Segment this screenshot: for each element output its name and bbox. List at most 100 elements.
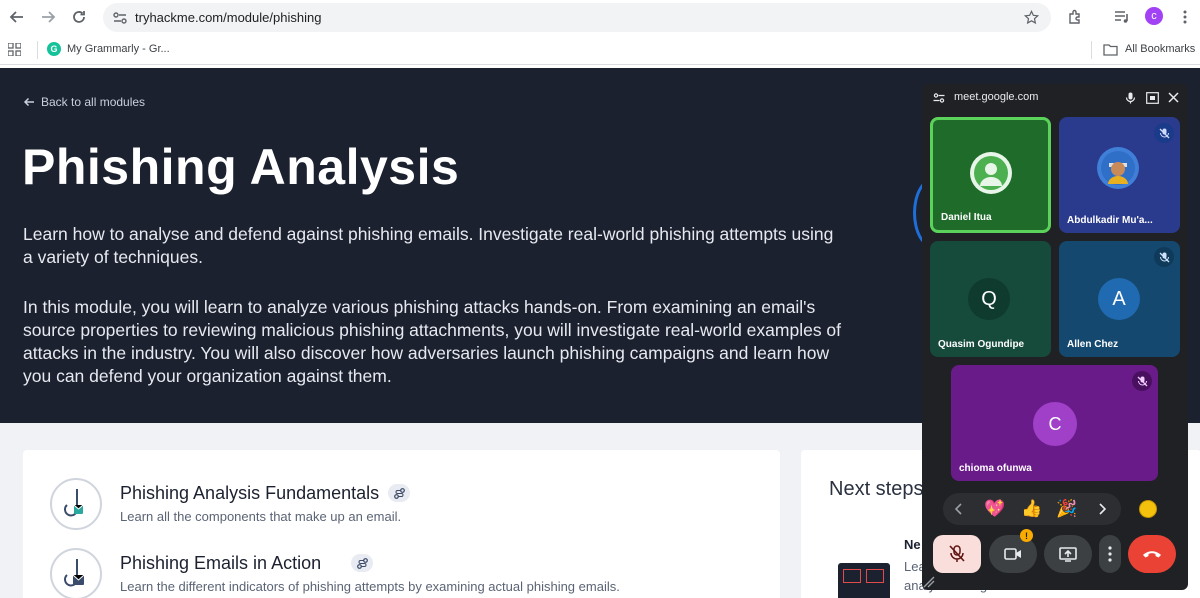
warning-badge-icon: !: [1020, 529, 1033, 542]
camera-button[interactable]: !: [989, 529, 1037, 573]
menu-dots-icon[interactable]: [1178, 9, 1192, 25]
end-call-button[interactable]: [1128, 535, 1176, 573]
muted-indicator: [1154, 123, 1174, 143]
participant-tile[interactable]: A Allen Chez: [1059, 241, 1180, 357]
reaction-thumbs-up[interactable]: 👍: [1021, 499, 1042, 519]
present-screen-button[interactable]: [1044, 535, 1092, 573]
profile-initial: c: [1151, 10, 1157, 22]
resize-handle-icon[interactable]: [922, 575, 936, 589]
user-photo-icon: [1101, 151, 1135, 185]
room-path-badge: [388, 484, 410, 502]
close-icon[interactable]: [1168, 92, 1179, 103]
profile-avatar[interactable]: c: [1145, 7, 1163, 25]
participant-name: Quasim Ogundipe: [938, 339, 1025, 350]
browser-toolbar: tryhackme.com/module/phishing c: [0, 0, 1200, 35]
participant-tile[interactable]: Daniel Itua: [930, 117, 1051, 233]
back-link-label: Back to all modules: [41, 95, 146, 109]
participant-tile[interactable]: Q Quasim Ogundipe: [930, 241, 1051, 357]
reload-icon: [73, 11, 85, 23]
back-to-tab-icon[interactable]: [1146, 92, 1159, 104]
participant-tile[interactable]: C chioma ofunwa: [951, 365, 1158, 481]
meet-pip-window[interactable]: meet.google.com Daniel Itua Abdulkadir M…: [922, 84, 1188, 590]
route-icon: [393, 487, 405, 499]
reaction-party[interactable]: 🎉: [1056, 499, 1077, 519]
participant-initial: C: [1048, 413, 1062, 434]
rooms-card: Phishing Analysis Fundamentals Learn all…: [23, 450, 780, 598]
bookmark-grammarly-label: My Grammarly - Gr...: [67, 43, 170, 55]
room-title[interactable]: Phishing Emails in Action: [120, 553, 321, 574]
muted-indicator: [1154, 247, 1174, 267]
all-bookmarks-button[interactable]: All Bookmarks: [1103, 37, 1198, 63]
arrow-right-icon: [42, 11, 56, 23]
arrow-left-icon: [9, 11, 23, 23]
more-options-button[interactable]: [1099, 535, 1121, 573]
back-to-modules-link[interactable]: Back to all modules: [23, 95, 145, 109]
page-title: Phishing Analysis: [22, 139, 460, 195]
next-step-thumbnail[interactable]: [838, 563, 890, 598]
bookmarks-bar: G My Grammarly - Gr... All Bookmarks: [0, 37, 1200, 65]
participant-avatar: A: [1098, 278, 1140, 320]
room-path-badge: [351, 554, 373, 572]
bookmarks-divider-right: [1091, 41, 1092, 59]
mic-off-icon: [1137, 376, 1147, 386]
mic-off-icon: [1159, 252, 1169, 262]
mic-off-icon: [949, 545, 965, 562]
participant-avatar: [1097, 147, 1139, 189]
muted-indicator: [1132, 371, 1152, 391]
meet-url: meet.google.com: [954, 91, 1039, 103]
mic-off-button[interactable]: [933, 535, 981, 573]
grammarly-icon: G: [47, 42, 61, 56]
meet-title-bar: meet.google.com: [922, 84, 1188, 112]
site-settings-icon[interactable]: [933, 92, 945, 104]
reactions-bar: 💖 👍 🎉: [943, 493, 1121, 525]
participant-name: Abdulkadir Mu'a...: [1067, 215, 1153, 226]
extensions-icon[interactable]: [1067, 9, 1083, 25]
participant-name: Daniel Itua: [941, 212, 992, 223]
present-screen-icon: [1059, 546, 1077, 562]
all-bookmarks-label: All Bookmarks: [1125, 43, 1196, 55]
hang-up-icon: [1143, 551, 1161, 558]
participant-avatar: Q: [968, 278, 1010, 320]
bookmarks-divider: [37, 41, 38, 59]
module-intro: Learn how to analyse and defend against …: [23, 224, 834, 267]
arrow-left-icon: [23, 97, 34, 107]
microphone-icon[interactable]: [1125, 92, 1136, 104]
next-step-title[interactable]: Ne: [904, 537, 921, 552]
route-icon: [356, 557, 368, 569]
room-title[interactable]: Phishing Analysis Fundamentals: [120, 483, 379, 504]
star-icon[interactable]: [1024, 10, 1039, 25]
room-item[interactable]: Phishing Emails in Action Learn the diff…: [23, 548, 780, 598]
browser-chrome: tryhackme.com/module/phishing c G My Gra…: [0, 0, 1200, 68]
room-icon: [50, 548, 102, 598]
module-description: In this module, you will learn to analyz…: [23, 297, 842, 386]
video-camera-icon: [1004, 548, 1021, 560]
fishhook-icon: [64, 559, 85, 587]
chevron-left-icon[interactable]: [955, 503, 963, 515]
room-subtitle: Learn the different indicators of phishi…: [120, 579, 620, 594]
reaction-heart[interactable]: 💖: [984, 499, 1005, 519]
room-item[interactable]: Phishing Analysis Fundamentals Learn all…: [23, 478, 780, 548]
room-subtitle: Learn all the components that make up an…: [120, 509, 402, 524]
back-button[interactable]: [6, 6, 28, 28]
participant-avatar: [970, 152, 1012, 194]
bookmark-grammarly[interactable]: G My Grammarly - Gr...: [47, 37, 177, 63]
participant-avatar: C: [1033, 402, 1077, 446]
reload-button[interactable]: [68, 6, 90, 28]
url-text[interactable]: tryhackme.com/module/phishing: [135, 10, 321, 25]
participant-initial: Q: [981, 287, 997, 310]
user-photo-icon: [974, 156, 1008, 190]
more-vertical-icon: [1108, 546, 1112, 562]
forward-button[interactable]: [37, 6, 59, 28]
address-bar[interactable]: tryhackme.com/module/phishing: [103, 3, 1051, 32]
chevron-right-icon[interactable]: [1098, 503, 1106, 515]
mic-off-icon: [1159, 128, 1169, 138]
site-settings-icon[interactable]: [113, 11, 127, 25]
thumbnail-detail: [843, 569, 861, 583]
reaction-skin-tone-button[interactable]: [1139, 500, 1157, 518]
participant-initial: A: [1112, 287, 1126, 310]
folder-icon: [1103, 44, 1118, 56]
media-controls-icon[interactable]: [1113, 9, 1131, 25]
participant-name: Allen Chez: [1067, 339, 1119, 350]
apps-grid-icon[interactable]: [8, 43, 21, 56]
participant-tile[interactable]: Abdulkadir Mu'a...: [1059, 117, 1180, 233]
